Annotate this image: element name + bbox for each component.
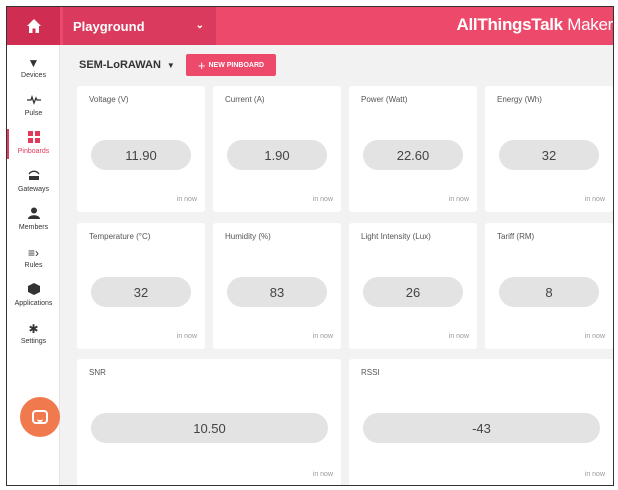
- rules-icon: ≡›: [28, 246, 39, 260]
- value-pill: 26: [363, 277, 463, 307]
- sidebar-item-gateways[interactable]: Gateways: [7, 165, 60, 201]
- ground-label: Playground: [73, 18, 145, 34]
- settings-icon: ✱: [28, 322, 39, 336]
- top-bar: Playground ⌄ AllThingsTalk Maker: [7, 7, 613, 45]
- value-pill: 10.50: [91, 413, 328, 443]
- value-pill: -43: [363, 413, 600, 443]
- timestamp: in now: [176, 196, 197, 203]
- card-light-intensity[interactable]: Light Intensity (Lux) 26 in now: [349, 223, 477, 349]
- timestamp: in now: [448, 333, 469, 340]
- card-tariff[interactable]: Tariff (RM) 8 in now: [485, 223, 613, 349]
- chevron-down-icon: ⌄: [195, 20, 204, 31]
- card-rssi[interactable]: RSSI -43 in now: [349, 359, 613, 485]
- card-temperature[interactable]: Temperature (°C) 32 in now: [77, 223, 205, 349]
- card-voltage[interactable]: Voltage (V) 11.90 in now: [77, 86, 205, 212]
- value-pill: 11.90: [91, 140, 191, 170]
- timestamp: in now: [312, 471, 333, 478]
- plug-icon: ▼: [27, 56, 40, 70]
- card-humidity[interactable]: Humidity (%) 83 in now: [213, 223, 341, 349]
- timestamp: in now: [176, 333, 197, 340]
- ground-selector[interactable]: Playground ⌄: [63, 7, 216, 45]
- timestamp: in now: [312, 333, 333, 340]
- card-energy[interactable]: Energy (Wh) 32 in now: [485, 86, 613, 212]
- brand-logo: AllThingsTalk Maker: [456, 15, 613, 34]
- plus-icon: +: [197, 57, 206, 73]
- sidebar-item-settings[interactable]: ✱ Settings: [7, 317, 60, 353]
- chat-icon: [32, 410, 48, 424]
- pinboard-selector[interactable]: SEM-LoRAWAN ▼: [79, 59, 175, 71]
- sidebar-item-rules[interactable]: ≡› Rules: [7, 241, 60, 277]
- card-current[interactable]: Current (A) 1.90 in now: [213, 86, 341, 212]
- pinboard-icon: [7, 131, 60, 147]
- timestamp: in now: [584, 196, 605, 203]
- timestamp: in now: [584, 333, 605, 340]
- chat-button[interactable]: [20, 397, 60, 437]
- value-pill: 32: [91, 277, 191, 307]
- pinboard-toolbar: SEM-LoRAWAN ▼ + NEW PINBOARD: [61, 45, 613, 85]
- app-window: Playground ⌄ AllThingsTalk Maker ▼ Devic…: [6, 6, 614, 486]
- home-button[interactable]: [7, 7, 60, 45]
- timestamp: in now: [312, 196, 333, 203]
- pulse-icon: [7, 93, 60, 109]
- sidebar-item-pinboards[interactable]: Pinboards: [7, 127, 60, 163]
- card-snr[interactable]: SNR 10.50 in now: [77, 359, 341, 485]
- card-power[interactable]: Power (Watt) 22.60 in now: [349, 86, 477, 212]
- value-pill: 83: [227, 277, 327, 307]
- value-pill: 32: [499, 140, 599, 170]
- sidebar-item-devices[interactable]: ▼ Devices: [7, 51, 60, 87]
- gateway-icon: [7, 169, 60, 185]
- members-icon: [7, 207, 60, 223]
- timestamp: in now: [584, 471, 605, 478]
- sidebar-item-members[interactable]: Members: [7, 203, 60, 239]
- sidebar-item-pulse[interactable]: Pulse: [7, 89, 60, 125]
- value-pill: 1.90: [227, 140, 327, 170]
- value-pill: 22.60: [363, 140, 463, 170]
- home-icon: [26, 19, 41, 33]
- new-pinboard-button[interactable]: + NEW PINBOARD: [186, 54, 276, 76]
- value-pill: 8: [499, 277, 599, 307]
- timestamp: in now: [448, 196, 469, 203]
- applications-icon: [7, 283, 60, 299]
- caret-down-icon: ▼: [166, 61, 175, 70]
- sidebar-item-applications[interactable]: Applications: [7, 279, 60, 315]
